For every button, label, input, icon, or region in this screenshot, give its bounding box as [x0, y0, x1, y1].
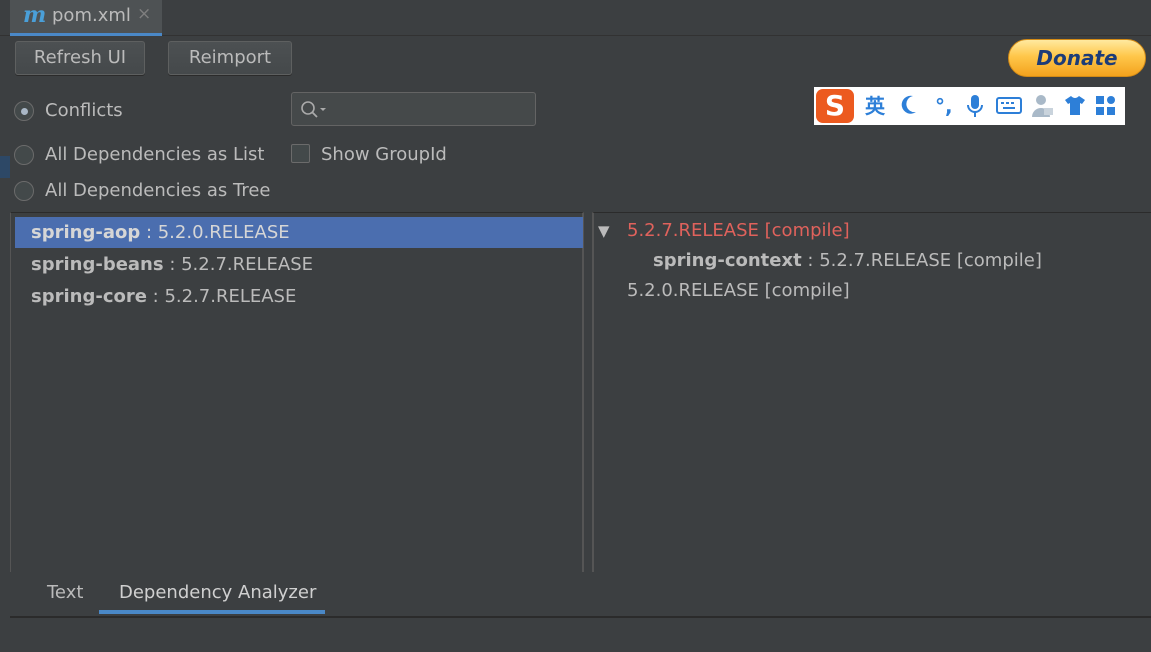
- search-icon[interactable]: [300, 100, 330, 125]
- tree-label: All Dependencies as Tree: [45, 180, 271, 201]
- radio-selected-dot: [21, 108, 28, 115]
- list-label: All Dependencies as List: [45, 144, 265, 165]
- editor-tab-bar: m pom.xml ×: [0, 0, 1151, 36]
- editor-tab-pom[interactable]: m pom.xml ×: [10, 0, 162, 36]
- dependency-name: spring-aop: [31, 222, 141, 243]
- active-tab-indicator: [99, 610, 325, 614]
- moon-icon[interactable]: [899, 93, 919, 123]
- reimport-button[interactable]: Reimport: [168, 41, 292, 75]
- donate-button[interactable]: Donate: [1008, 39, 1146, 77]
- bottom-tab-bar: Text Dependency Analyzer: [10, 572, 1151, 618]
- gutter-marker: [0, 156, 10, 178]
- search-input[interactable]: [291, 92, 536, 126]
- tree-child-version: : 5.2.7.RELEASE [compile]: [801, 250, 1042, 271]
- list-item[interactable]: spring-aop : 5.2.0.RELEASE: [15, 217, 583, 248]
- status-bar: [0, 618, 1151, 652]
- ime-toolbar: S 英 °,: [814, 87, 1125, 125]
- dependency-version: : 5.2.7.RELEASE: [163, 254, 314, 275]
- dependency-name: spring-core: [31, 286, 147, 307]
- show-groupid-checkbox[interactable]: [291, 144, 310, 163]
- refresh-ui-button[interactable]: Refresh UI: [15, 41, 145, 75]
- list-item[interactable]: spring-core : 5.2.7.RELEASE: [15, 281, 583, 312]
- punctuation-icon[interactable]: °,: [935, 93, 953, 119]
- dependency-name: spring-beans: [31, 254, 164, 275]
- expand-triangle-icon[interactable]: ▼: [598, 222, 610, 240]
- user-icon[interactable]: [1031, 93, 1055, 125]
- conflicts-radio[interactable]: [14, 101, 34, 121]
- tree-node-conflict[interactable]: 5.2.7.RELEASE [compile]: [627, 220, 850, 241]
- keyboard-icon[interactable]: [996, 93, 1022, 123]
- dependency-list: spring-aop : 5.2.0.RELEASE spring-beans …: [10, 212, 584, 572]
- shirt-icon[interactable]: [1063, 93, 1087, 123]
- dependency-version: : 5.2.7.RELEASE: [146, 286, 297, 307]
- sogou-logo-icon[interactable]: S: [816, 89, 854, 123]
- tab-dependency-analyzer[interactable]: Dependency Analyzer: [119, 582, 316, 603]
- tree-radio[interactable]: [14, 181, 34, 201]
- conflicts-label: Conflicts: [45, 100, 123, 121]
- tree-child-name: spring-context: [653, 250, 802, 271]
- close-icon[interactable]: ×: [137, 4, 151, 24]
- microphone-icon[interactable]: [965, 93, 985, 125]
- tree-node-child[interactable]: spring-context : 5.2.7.RELEASE [compile]: [653, 250, 1042, 271]
- tree-node-version[interactable]: 5.2.0.RELEASE [compile]: [627, 280, 850, 301]
- ime-mode-label[interactable]: 英: [865, 93, 885, 119]
- list-item[interactable]: spring-beans : 5.2.7.RELEASE: [15, 249, 583, 280]
- maven-icon: m: [23, 2, 47, 28]
- tab-text[interactable]: Text: [47, 582, 83, 603]
- editor-tab-label: pom.xml: [52, 5, 131, 26]
- grid-icon[interactable]: [1095, 93, 1117, 123]
- dependency-version: : 5.2.0.RELEASE: [140, 222, 290, 243]
- show-groupid-label: Show GroupId: [321, 144, 447, 165]
- list-radio[interactable]: [14, 145, 34, 165]
